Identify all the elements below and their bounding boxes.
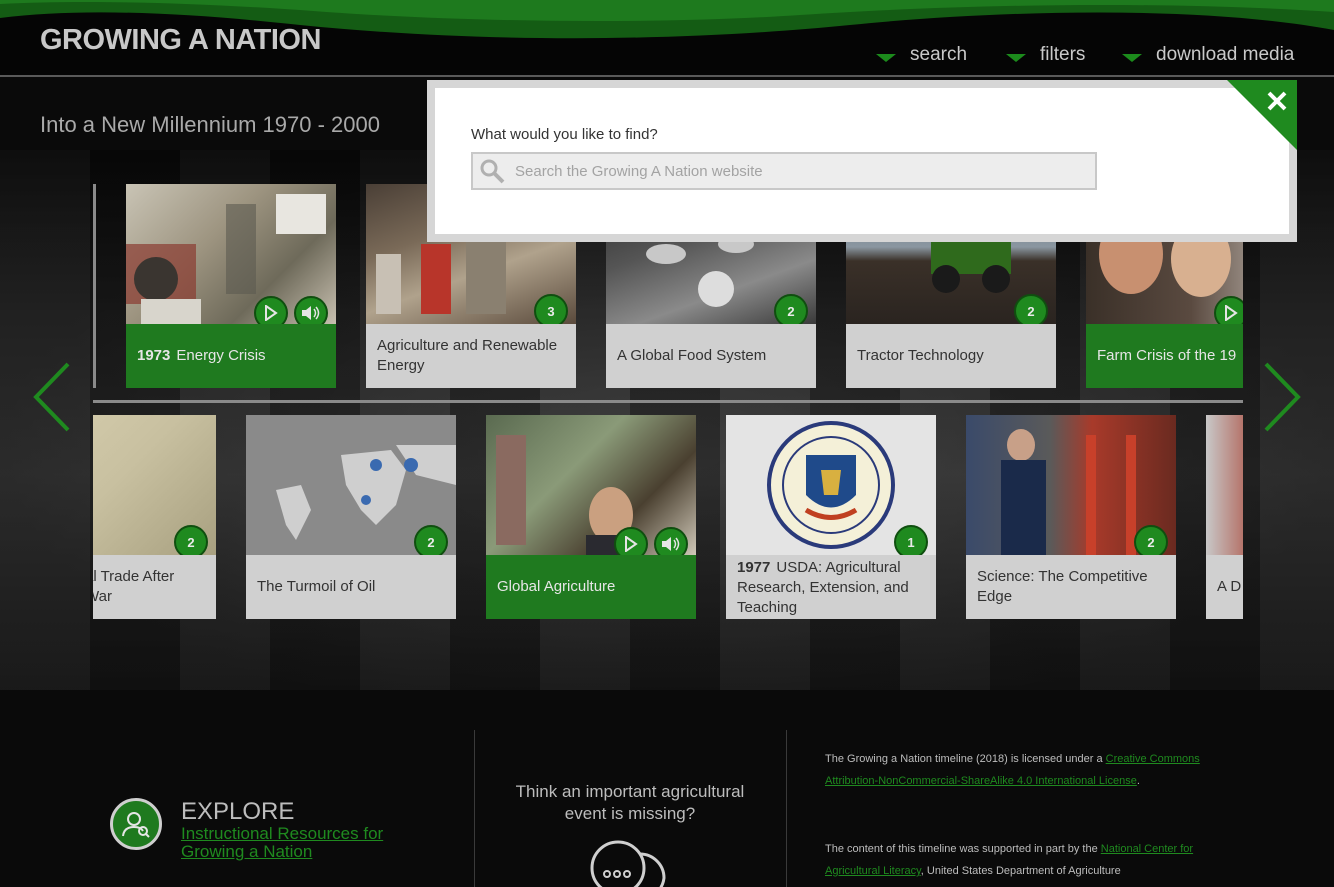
media-count-badge: 2 bbox=[414, 525, 448, 559]
card-label: Agriculture and Renewable Energy bbox=[366, 324, 576, 388]
media-count-badge: 1 bbox=[894, 525, 928, 559]
card-title: Global Agriculture bbox=[497, 578, 616, 595]
timeline-card[interactable]: 1 1977 USDA: Agricultural Research, Exten… bbox=[726, 415, 936, 619]
timeline-carousel: 1973 Energy Crisis 3 Agriculture and Ren… bbox=[93, 184, 1243, 624]
carousel-prev-arrow[interactable] bbox=[32, 362, 72, 432]
support-suffix: , United States Department of Agricultur… bbox=[920, 865, 1121, 877]
nav-filters-label: filters bbox=[1040, 44, 1086, 65]
media-count-badge: 3 bbox=[534, 294, 568, 328]
card-title: The Turmoil of Oil bbox=[257, 578, 376, 595]
carousel-row-divider bbox=[93, 400, 1243, 403]
card-title: Agriculture and Renewable Energy bbox=[377, 337, 558, 374]
chat-bubbles-icon[interactable] bbox=[588, 838, 670, 887]
media-count-badge: 2 bbox=[1134, 525, 1168, 559]
site-header: GROWING A NATION search filters download… bbox=[0, 0, 1334, 77]
card-label: Farm Crisis of the 19 bbox=[1086, 324, 1243, 388]
nav-filters[interactable]: filters bbox=[1006, 44, 1085, 66]
license-prefix: The Growing a Nation timeline (2018) is … bbox=[825, 753, 1106, 765]
chevron-down-icon bbox=[1006, 54, 1026, 62]
media-count-badge: 2 bbox=[1014, 294, 1048, 328]
card-title: al Trade After War bbox=[93, 568, 175, 605]
nav-download-media[interactable]: download media bbox=[1122, 44, 1294, 66]
chevron-right-icon bbox=[1264, 362, 1301, 432]
card-title: Farm Crisis of the 19 bbox=[1097, 347, 1237, 364]
card-thumbnail bbox=[1206, 415, 1243, 555]
explore-heading: EXPLORE bbox=[181, 798, 295, 825]
carousel-start-bar bbox=[93, 184, 96, 388]
search-prompt: What would you like to find? bbox=[471, 126, 658, 143]
card-label: 1977 USDA: Agricultural Research, Extensi… bbox=[726, 555, 936, 619]
search-icon bbox=[480, 159, 505, 184]
explore-icon[interactable] bbox=[110, 798, 162, 850]
timeline-card[interactable]: 2 Science: The Competitive Edge bbox=[966, 415, 1176, 619]
search-input[interactable] bbox=[507, 162, 1067, 180]
support-text: The content of this timeline was support… bbox=[825, 838, 1215, 882]
card-label: Science: The Competitive Edge bbox=[966, 555, 1176, 619]
missing-event-text: Think an important agricultural event is… bbox=[515, 782, 745, 823]
media-count-badge: 2 bbox=[174, 525, 208, 559]
card-title: Science: The Competitive Edge bbox=[977, 568, 1148, 605]
nav-search-label: search bbox=[910, 44, 968, 65]
support-prefix: The content of this timeline was support… bbox=[825, 843, 1101, 855]
timeline-card[interactable]: Global Agriculture bbox=[486, 415, 696, 619]
license-text: The Growing a Nation timeline (2018) is … bbox=[825, 748, 1215, 792]
timeline-card[interactable]: A D bbox=[1206, 415, 1243, 619]
media-count-badge: 2 bbox=[774, 294, 808, 328]
search-modal: What would you like to find? bbox=[427, 80, 1297, 242]
explore-resources-link[interactable]: Instructional Resources for Growing a Na… bbox=[181, 825, 411, 861]
card-label: Tractor Technology bbox=[846, 324, 1056, 388]
license-suffix: . bbox=[1136, 775, 1140, 787]
card-label: A D bbox=[1206, 555, 1243, 619]
card-label: The Turmoil of Oil bbox=[246, 555, 456, 619]
card-title: A Global Food System bbox=[617, 347, 767, 364]
card-title: Energy Crisis bbox=[176, 347, 266, 364]
chevron-down-icon bbox=[1122, 54, 1142, 62]
card-label: A Global Food System bbox=[606, 324, 816, 388]
era-title: Into a New Millennium 1970 - 2000 bbox=[40, 112, 380, 137]
nav-download-media-label: download media bbox=[1156, 44, 1295, 65]
user-search-icon bbox=[122, 812, 150, 838]
nav-search[interactable]: search bbox=[876, 44, 967, 66]
card-label: 1973 Energy Crisis bbox=[126, 324, 336, 388]
card-year: 1977 bbox=[737, 559, 771, 576]
footer-divider bbox=[474, 730, 475, 887]
carousel-next-arrow[interactable] bbox=[1262, 362, 1302, 432]
card-label: al Trade After War bbox=[93, 555, 216, 619]
card-year: 1973 bbox=[137, 347, 171, 364]
timeline-card[interactable]: 2 al Trade After War bbox=[93, 415, 216, 619]
timeline-card[interactable]: 1973 Energy Crisis bbox=[126, 184, 336, 388]
timeline-card[interactable]: 2 The Turmoil of Oil bbox=[246, 415, 456, 619]
chevron-left-icon bbox=[33, 362, 70, 432]
close-icon[interactable] bbox=[1227, 80, 1297, 150]
card-title: A D bbox=[1217, 578, 1242, 595]
chevron-down-icon bbox=[876, 54, 896, 62]
search-box[interactable] bbox=[471, 152, 1097, 190]
card-label: Global Agriculture bbox=[486, 555, 696, 619]
card-title: Tractor Technology bbox=[857, 347, 984, 364]
footer-divider bbox=[786, 730, 787, 887]
card-title-wrap: 1977 USDA: Agricultural Research, Extensi… bbox=[737, 558, 925, 618]
site-title[interactable]: GROWING A NATION bbox=[40, 24, 321, 57]
